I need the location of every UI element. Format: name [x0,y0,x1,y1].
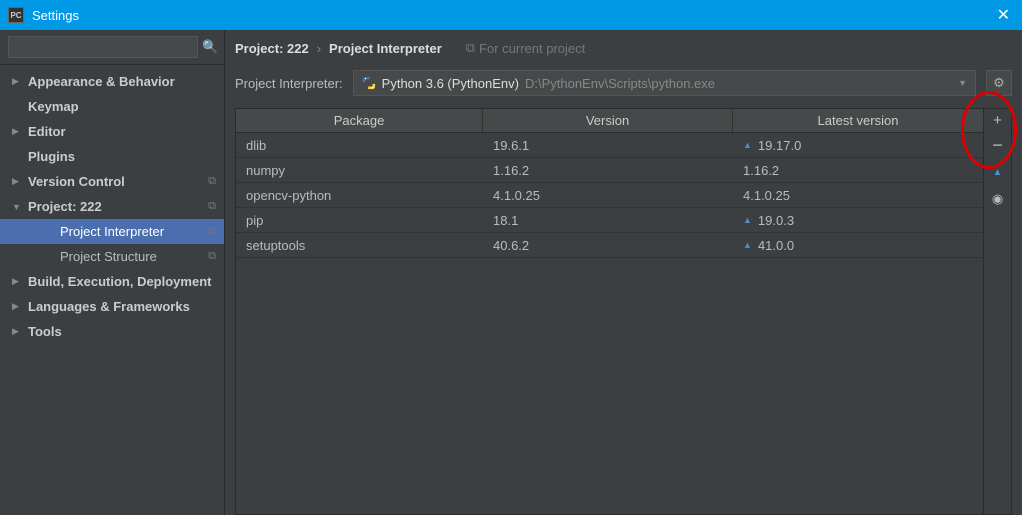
copy-icon: ⧉ [466,40,475,56]
tree-label: Languages & Frameworks [28,299,224,314]
tree-item-version-control[interactable]: ▶ Version Control⧉ [0,169,224,194]
add-package-button[interactable]: + [993,113,1002,128]
tree-label: Tools [28,324,224,339]
arrow-icon: ▶ [12,126,22,137]
table-row[interactable]: pip18.1▲19.0.3 [236,208,983,233]
copy-icon: ⧉ [208,250,216,263]
cell-latest: ▲19.0.3 [733,213,983,228]
table-header: Package Version Latest version [236,109,983,133]
breadcrumb-project[interactable]: Project: 222 [235,41,309,56]
tree-label: Plugins [28,149,224,164]
tree-item-project-interpreter[interactable]: Project Interpreter⧉ [0,219,224,244]
table-row[interactable]: opencv-python4.1.0.254.1.0.25 [236,183,983,208]
upgrade-available-icon: ▲ [743,240,752,250]
packages-table: Package Version Latest version dlib19.6.… [236,109,983,514]
cell-package: pip [236,213,483,228]
table-row[interactable]: numpy1.16.21.16.2 [236,158,983,183]
main-panel: Project: 222 › Project Interpreter ⧉ For… [225,30,1022,515]
cell-version: 1.16.2 [483,163,733,178]
column-package[interactable]: Package [236,109,483,132]
search-input[interactable] [8,36,198,58]
table-row[interactable]: dlib19.6.1▲19.17.0 [236,133,983,158]
tree-item-keymap[interactable]: Keymap [0,94,224,119]
copy-icon: ⧉ [208,175,216,188]
arrow-icon: ▶ [12,276,22,287]
tree-item-project-222[interactable]: ▼ Project: 222⧉ [0,194,224,219]
upgrade-available-icon: ▲ [743,140,752,150]
cell-version: 40.6.2 [483,238,733,253]
cell-latest: ▲19.17.0 [733,138,983,153]
tree-label: Appearance & Behavior [28,74,224,89]
arrow-icon: ▶ [12,326,22,337]
cell-latest: 1.16.2 [733,163,983,178]
settings-tree: ▶ Appearance & Behavior Keymap ▶ Editor Plugi… [0,65,224,515]
chevron-down-icon: ▼ [958,78,967,88]
tree-item-plugins[interactable]: Plugins [0,144,224,169]
copy-icon: ⧉ [208,225,216,238]
arrow-icon: ▶ [12,301,22,312]
cell-latest: ▲41.0.0 [733,238,983,253]
upgrade-available-icon: ▲ [743,215,752,225]
interpreter-path: D:\PythonEnv\Scripts\python.exe [525,76,715,91]
tree-item-appearance-behavior[interactable]: ▶ Appearance & Behavior [0,69,224,94]
window-title: Settings [32,8,993,23]
arrow-icon: ▼ [12,202,22,212]
arrow-icon: ▶ [12,176,22,187]
gear-icon: ⚙ [993,75,1005,91]
breadcrumb-current: Project Interpreter [329,41,442,56]
interpreter-label: Project Interpreter: [235,76,343,91]
interpreter-settings-button[interactable]: ⚙ [986,70,1012,96]
cell-version: 19.6.1 [483,138,733,153]
app-icon: PC [8,7,24,23]
remove-package-button[interactable]: − [992,136,1003,154]
tree-label: Project Interpreter [60,224,224,239]
column-version[interactable]: Version [483,109,733,132]
table-row[interactable]: setuptools40.6.2▲41.0.0 [236,233,983,258]
upgrade-package-button[interactable]: ▲ [993,168,1003,178]
scope-hint: ⧉ For current project [466,40,586,56]
copy-icon: ⧉ [208,200,216,213]
search-icon[interactable]: 🔍 [202,39,218,55]
tree-label: Project Structure [60,249,224,264]
cell-package: opencv-python [236,188,483,203]
interpreter-dropdown[interactable]: Python 3.6 (PythonEnv) D:\PythonEnv\Scri… [353,70,976,96]
titlebar: PC Settings ✕ [0,0,1022,30]
interpreter-name: Python 3.6 (PythonEnv) [382,76,519,91]
tree-item-build-execution-deployment[interactable]: ▶ Build, Execution, Deployment [0,269,224,294]
cell-version: 18.1 [483,213,733,228]
cell-package: numpy [236,163,483,178]
settings-sidebar: 🔍 ▶ Appearance & Behavior Keymap ▶ Editor Plu… [0,30,225,515]
chevron-right-icon: › [317,41,321,56]
cell-package: setuptools [236,238,483,253]
tree-label: Build, Execution, Deployment [28,274,224,289]
tree-label: Editor [28,124,224,139]
arrow-icon: ▶ [12,76,22,87]
breadcrumb: Project: 222 › Project Interpreter ⧉ For… [225,30,1022,64]
tree-label: Version Control [28,174,224,189]
column-latest[interactable]: Latest version [733,109,983,132]
package-toolbar: + − ▲ ◉ [983,109,1011,514]
tree-item-languages-frameworks[interactable]: ▶ Languages & Frameworks [0,294,224,319]
cell-version: 4.1.0.25 [483,188,733,203]
cell-package: dlib [236,138,483,153]
tree-label: Project: 222 [28,199,224,214]
tree-item-editor[interactable]: ▶ Editor [0,119,224,144]
cell-latest: 4.1.0.25 [733,188,983,203]
tree-label: Keymap [28,99,224,114]
show-early-releases-button[interactable]: ◉ [992,192,1003,205]
python-icon [362,76,376,90]
tree-item-tools[interactable]: ▶ Tools [0,319,224,344]
close-icon[interactable]: ✕ [993,5,1014,25]
tree-item-project-structure[interactable]: Project Structure⧉ [0,244,224,269]
